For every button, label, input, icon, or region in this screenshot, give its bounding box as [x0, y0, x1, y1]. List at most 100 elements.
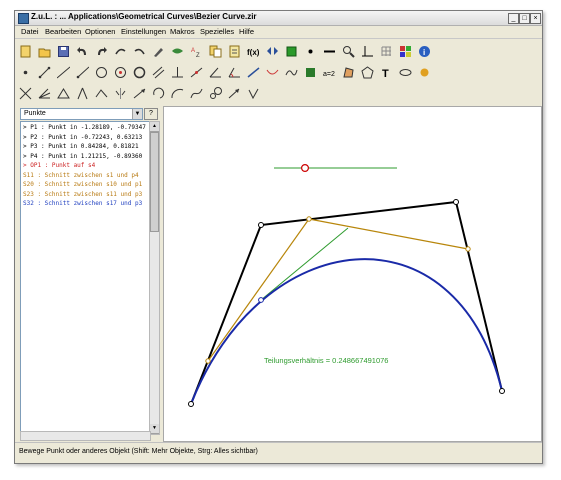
- expression-icon[interactable]: a=2: [323, 66, 336, 79]
- list-item[interactable]: > P1 : Punkt in -1.28189, -0.79347: [23, 124, 146, 131]
- fixed-angle-icon[interactable]: [228, 66, 241, 79]
- function-plot-icon[interactable]: [190, 87, 203, 100]
- back-icon[interactable]: [114, 45, 127, 58]
- line-style-icon[interactable]: [323, 45, 336, 58]
- drawing-canvas[interactable]: Teilungsverhältnis = 0.248667491076: [163, 106, 542, 442]
- tracker-icon[interactable]: [266, 66, 279, 79]
- list-item[interactable]: S23 : Schnitt zwischen s11 und p3: [23, 191, 142, 198]
- angle-icon[interactable]: [209, 66, 222, 79]
- zoom-icon[interactable]: [342, 45, 355, 58]
- animate-icon[interactable]: [304, 66, 317, 79]
- menu-optionen[interactable]: Optionen: [85, 27, 115, 36]
- save-icon[interactable]: [57, 45, 70, 58]
- list-item[interactable]: > P2 : Punkt in -0.72243, 0.63213: [23, 134, 142, 141]
- locus-icon[interactable]: [285, 66, 298, 79]
- scroll-down-icon[interactable]: ▼: [150, 424, 159, 434]
- menu-bearbeiten[interactable]: Bearbeiten: [45, 27, 81, 36]
- color-icon[interactable]: [285, 45, 298, 58]
- hide-icon[interactable]: [171, 45, 184, 58]
- control-polygon[interactable]: [190, 200, 503, 405]
- intersection-point-s20[interactable]: [306, 216, 312, 222]
- object-type-dropdown[interactable]: Punkte ▼: [20, 108, 143, 120]
- scroll-up-icon[interactable]: ▲: [150, 122, 159, 132]
- control-point-p4[interactable]: [499, 388, 505, 394]
- forward-icon[interactable]: [133, 45, 146, 58]
- transfer-icon[interactable]: [95, 87, 108, 100]
- control-point-p2[interactable]: [258, 222, 264, 228]
- close-button[interactable]: ×: [530, 13, 541, 24]
- rotate-icon[interactable]: [152, 87, 165, 100]
- delete-icon[interactable]: [152, 45, 165, 58]
- circle-icon[interactable]: [95, 66, 108, 79]
- redo-icon[interactable]: [95, 45, 108, 58]
- fixed-circle-icon[interactable]: [133, 66, 146, 79]
- circle3-icon[interactable]: [114, 66, 127, 79]
- list-item[interactable]: S20 : Schnitt zwischen s10 und p1: [23, 181, 142, 188]
- help-button[interactable]: ?: [144, 108, 158, 120]
- segment-icon[interactable]: [38, 66, 51, 79]
- scroll-thumb[interactable]: [150, 132, 159, 232]
- intersection-point-s11[interactable]: [205, 358, 211, 364]
- text-icon[interactable]: T: [380, 66, 393, 79]
- list-item[interactable]: > OP1 : Punkt auf s4: [23, 162, 95, 169]
- chevron-down-icon[interactable]: ▼: [132, 109, 142, 119]
- construction-line-2[interactable]: [308, 218, 469, 250]
- area-icon[interactable]: [361, 65, 374, 79]
- bezier-curve[interactable]: [190, 258, 503, 405]
- axis-icon[interactable]: [361, 45, 374, 58]
- parameter-icon[interactable]: [247, 87, 260, 100]
- new-icon[interactable]: [19, 45, 32, 58]
- sort-icon[interactable]: AZ: [190, 45, 203, 58]
- menu-einstellungen[interactable]: Einstellungen: [121, 27, 166, 36]
- undo-icon[interactable]: [76, 45, 89, 58]
- move-icon[interactable]: [247, 66, 260, 79]
- ray-icon[interactable]: [76, 66, 89, 79]
- point-icon[interactable]: [19, 66, 32, 79]
- bisector-icon[interactable]: [38, 87, 51, 100]
- line-icon[interactable]: [57, 66, 70, 79]
- vector-icon[interactable]: [228, 87, 241, 100]
- list-item[interactable]: > P4 : Punkt in 1.21215, -0.89360: [23, 153, 142, 160]
- horizontal-scrollbar[interactable]: [20, 431, 151, 441]
- macro-icon[interactable]: [418, 66, 431, 79]
- perpendicular-icon[interactable]: [171, 66, 184, 79]
- function-icon[interactable]: f(x): [247, 45, 260, 58]
- vertical-scrollbar[interactable]: ▲ ▼: [149, 121, 160, 435]
- menu-hilfe[interactable]: Hilfe: [239, 27, 254, 36]
- midpoint-icon[interactable]: [190, 66, 203, 79]
- menu-datei[interactable]: Datei: [21, 27, 39, 36]
- triangle-icon[interactable]: [57, 87, 70, 100]
- slider-point[interactable]: [301, 163, 310, 172]
- object-list[interactable]: > P1 : Punkt in -1.28189, -0.79347 > P2 :…: [20, 121, 151, 433]
- control-point-p1[interactable]: [188, 401, 194, 407]
- polygon-icon[interactable]: [342, 66, 355, 79]
- parallel-icon[interactable]: [152, 66, 165, 79]
- compass-icon[interactable]: [76, 87, 89, 100]
- list-item[interactable]: S32 : Schnitt zwischen s17 und p3: [23, 200, 142, 207]
- construction-svg[interactable]: Teilungsverhältnis = 0.248667491076: [164, 107, 541, 441]
- construction-line-1[interactable]: [207, 218, 310, 362]
- reflect-icon[interactable]: [114, 87, 127, 100]
- intersection-icon[interactable]: [19, 87, 32, 100]
- list-item[interactable]: > P3 : Punkt in 0.84284, 0.81821: [23, 143, 139, 150]
- quadric-icon[interactable]: [399, 66, 412, 79]
- translate-icon[interactable]: [133, 87, 146, 100]
- menu-makros[interactable]: Makros: [170, 27, 195, 36]
- maximize-button[interactable]: □: [519, 13, 530, 24]
- view-icon[interactable]: [266, 45, 279, 58]
- curve-point-s32[interactable]: [258, 297, 264, 303]
- intersection-point-s23[interactable]: [465, 246, 471, 252]
- arc-icon[interactable]: [171, 87, 184, 100]
- list-item[interactable]: S11 : Schnitt zwischen s1 und p4: [23, 172, 139, 179]
- paste-icon[interactable]: [228, 45, 241, 58]
- copy-icon[interactable]: [209, 45, 222, 58]
- grid-icon[interactable]: [380, 45, 393, 58]
- control-point-p3[interactable]: [453, 199, 459, 205]
- minimize-button[interactable]: _: [508, 13, 519, 24]
- point-style-icon[interactable]: [304, 45, 317, 58]
- menu-spezielles[interactable]: Spezielles: [200, 27, 234, 36]
- palette-icon[interactable]: [399, 45, 412, 58]
- open-icon[interactable]: [38, 45, 51, 58]
- construction-line-3[interactable]: [260, 227, 349, 301]
- info-icon[interactable]: i: [418, 45, 431, 58]
